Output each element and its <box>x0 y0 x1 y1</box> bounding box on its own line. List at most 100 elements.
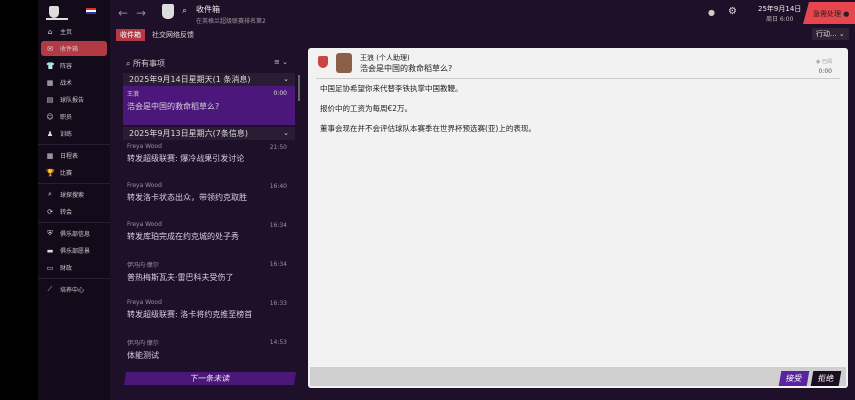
club-crest-icon[interactable] <box>49 6 59 18</box>
filter-dropdown[interactable]: ≡ ⌄ <box>274 58 288 66</box>
transfer-icon: ⟳ <box>47 207 53 216</box>
group-label: 2025年9月14日星期天(1 条消息) <box>129 75 251 84</box>
body-paragraph: 中国足协希望你来代替李铁执掌中国教鞭。 <box>320 84 463 93</box>
time: 16:33 <box>269 300 287 307</box>
actions-label: 行动... <box>816 30 837 38</box>
day-time: 周日 6:00 <box>766 16 794 23</box>
gear-icon[interactable]: ⚙ <box>728 6 737 17</box>
subject: 转发库珀完成在约克城的处子秀 <box>127 232 239 241</box>
forward-icon[interactable]: → <box>136 6 146 20</box>
tab-inbox[interactable]: 收件箱 <box>116 29 145 41</box>
message-subject: 浩会是中国的救命稻草么? <box>360 64 453 73</box>
club-crest-icon <box>318 56 328 68</box>
sidebar-item-0[interactable]: ⌂ 主页 <box>41 24 107 39</box>
message-body: 中国足协希望你来代替李铁执掌中国教鞭。 报价中的工资为每周€2万。 董事会现在并… <box>320 84 536 134</box>
sidebar-item-1[interactable]: ✉ 收件箱 <box>41 41 107 56</box>
sidebar-item-3[interactable]: ▦ 战术 <box>41 75 107 90</box>
sidebar-item-4[interactable]: ▤ 球队报告 <box>41 92 107 107</box>
time: 16:40 <box>269 183 287 190</box>
shirt-icon: 👕 <box>46 61 55 70</box>
list-item[interactable]: Freya Wood 转发洛卡状态出众，带领约克取胜 16:40 <box>123 179 295 218</box>
back-icon[interactable]: ← <box>118 6 128 20</box>
sender: Freya Wood <box>127 299 162 306</box>
club-crest-icon <box>162 4 174 19</box>
report-icon: ▤ <box>46 95 54 104</box>
sender: Freya Wood <box>127 182 162 189</box>
trophy-icon: 🏆 <box>46 168 55 177</box>
message-time: 0:00 <box>818 68 832 75</box>
sidebar-item-label: 球队报告 <box>60 97 85 104</box>
sidebar-item-label: 俱乐部信息 <box>60 231 91 238</box>
sidebar-item-5[interactable]: ☺ 职员 <box>41 109 107 124</box>
flag-icon[interactable] <box>86 8 96 14</box>
avatar[interactable] <box>336 53 352 73</box>
sidebar-item-label: 阵容 <box>60 63 73 70</box>
accept-button[interactable]: 接受 <box>778 371 810 386</box>
sidebar-item-label: 俱乐部愿景 <box>60 248 91 255</box>
sender: Freya Wood <box>127 143 162 150</box>
message-sender[interactable]: 王浪 (个人助理) <box>360 53 410 63</box>
sender: 王浪 <box>127 91 140 98</box>
list-item[interactable]: Freya Wood 转发超级联赛: 洛卡将约克推至榜首 16:33 <box>123 296 295 335</box>
sidebar-item-label: 转会 <box>60 209 73 216</box>
sidebar-item-label: 收件箱 <box>60 46 79 53</box>
sidebar: ⌂ 主页 ✉ 收件箱 👕 阵容 ▦ 战术 ▤ 球队报告 ☺ 职员 ♟ 训练 ▦ 日程表 🏆 比赛 ⌕ 球探搜索 ⟳ 转会 ⛨… <box>38 0 110 400</box>
search-icon: ⌕ <box>48 190 52 198</box>
action-bar: 接受 拒绝 <box>310 367 846 386</box>
search-input[interactable]: ⌕ 所有事项 <box>126 58 165 69</box>
sidebar-item-14[interactable]: ⟋ 培养中心 <box>41 282 107 297</box>
group-header[interactable]: 2025年9月14日星期天(1 条消息) ⌄ <box>123 73 295 86</box>
actions-dropdown[interactable]: 行动... ⌄ <box>812 28 849 40</box>
sidebar-item-12[interactable]: ▬ 俱乐部愿景 <box>41 243 107 258</box>
time: 16:34 <box>269 261 287 268</box>
page-subtitle: 在英格兰超级联赛排名第2 <box>196 18 266 25</box>
group-label: 2025年9月13日星期六(7条信息) <box>129 129 248 138</box>
sidebar-item-6[interactable]: ♟ 训练 <box>41 126 107 141</box>
urgent-button[interactable]: 急需处理 ● <box>803 2 855 24</box>
divider <box>316 78 840 79</box>
sidebar-item-9[interactable]: ⌕ 球探搜索 <box>41 187 107 202</box>
staff-icon: ☺ <box>46 112 54 121</box>
ball-icon[interactable]: ● <box>708 8 715 17</box>
body-paragraph: 报价中的工资为每周€2万。 <box>320 104 413 113</box>
search-placeholder: 所有事项 <box>133 59 166 68</box>
tab-social-feedback[interactable]: 社交网络反馈 <box>152 30 194 40</box>
list-item[interactable]: Freya Wood 转发超级联赛: 爆冷战果引发讨论 21:50 <box>123 140 295 179</box>
subject: 浩会是中国的救命稻草么? <box>127 102 220 111</box>
active-indicator <box>46 18 68 20</box>
scrollbar[interactable] <box>298 75 300 101</box>
sidebar-item-label: 球探搜索 <box>60 192 85 199</box>
next-unread-label: 下一条未读 <box>189 374 231 383</box>
sidebar-item-label: 战术 <box>60 80 73 87</box>
page-title: 收件箱 <box>196 5 220 14</box>
time: 16:34 <box>269 222 287 229</box>
list-item[interactable]: 王浪 浩会是中国的救命稻草么? 0:00 <box>123 86 295 125</box>
subject: 普热梅斯瓦夫·雷巴科夫受伤了 <box>127 273 234 282</box>
list-item[interactable]: Freya Wood 转发库珀完成在约克城的处子秀 16:34 <box>123 218 295 257</box>
calendar-icon: ▦ <box>46 151 54 160</box>
read-status: ◉ 已阅 <box>816 59 832 65</box>
divider <box>38 222 110 223</box>
list-item[interactable]: 伊冯内·摩尔 体能测试 14:53 <box>123 335 295 374</box>
home-icon: ⌂ <box>47 27 53 36</box>
sidebar-item-11[interactable]: ⛨ 俱乐部信息 <box>41 226 107 241</box>
sidebar-item-2[interactable]: 👕 阵容 <box>41 58 107 73</box>
list-item[interactable]: 伊冯内·摩尔 普热梅斯瓦夫·雷巴科夫受伤了 16:34 <box>123 257 295 296</box>
development-icon: ⟋ <box>47 285 53 293</box>
sidebar-item-label: 财政 <box>60 265 73 272</box>
group-header[interactable]: 2025年9月13日星期六(7条信息) ⌄ <box>123 127 295 140</box>
subject: 转发洛卡状态出众，带领约克取胜 <box>127 193 247 202</box>
sidebar-item-8[interactable]: 🏆 比赛 <box>41 165 107 180</box>
subject: 转发超级联赛: 爆冷战果引发讨论 <box>127 154 245 163</box>
sidebar-item-7[interactable]: ▦ 日程表 <box>41 148 107 163</box>
subject: 体能测试 <box>127 351 159 360</box>
money-icon: ▭ <box>46 263 54 272</box>
search-icon[interactable]: ⌕ <box>182 6 187 16</box>
message-panel: 王浪 (个人助理) 浩会是中国的救命稻草么? ◉ 已阅 0:00 中国足协希望你… <box>308 48 848 388</box>
next-unread-button[interactable]: 下一条未读 <box>123 372 297 385</box>
date: 25年9月14日 <box>758 5 802 13</box>
sidebar-item-13[interactable]: ▭ 财政 <box>41 260 107 275</box>
reject-button[interactable]: 拒绝 <box>810 371 842 386</box>
sidebar-item-10[interactable]: ⟳ 转会 <box>41 204 107 219</box>
sidebar-item-label: 培养中心 <box>60 287 85 294</box>
